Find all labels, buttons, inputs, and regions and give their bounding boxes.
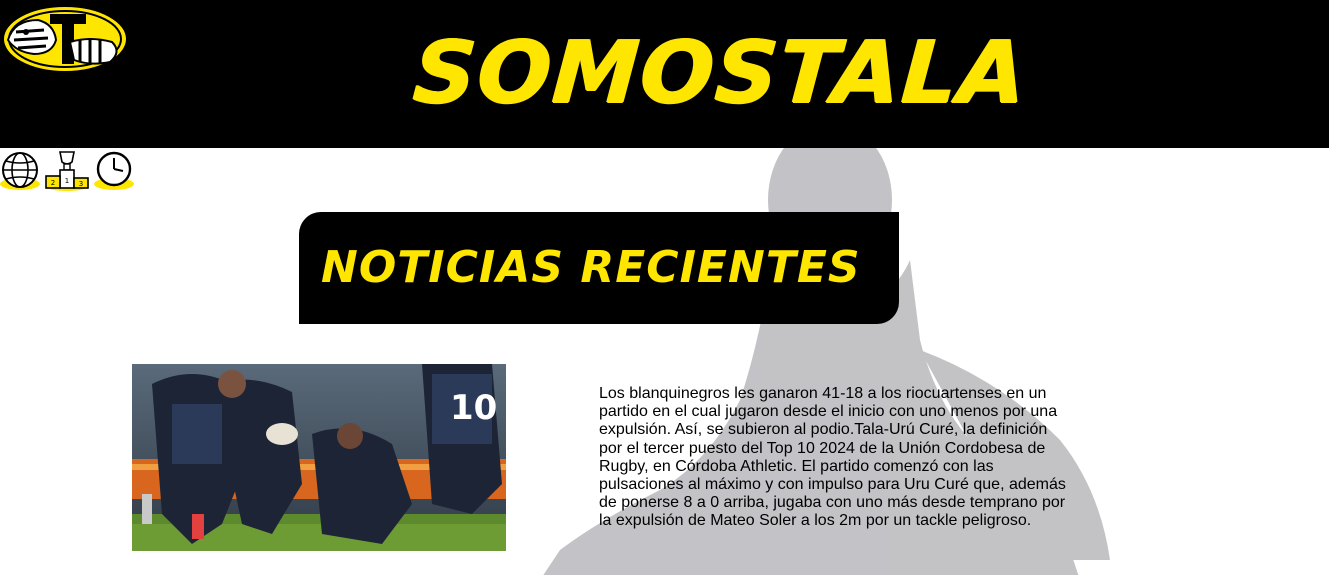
site-header: SOMOSTALA xyxy=(0,0,1329,148)
article-summary: Los blanquinegros les ganaron 41-18 a lo… xyxy=(599,385,1066,530)
globe-icon[interactable] xyxy=(0,150,40,192)
rugby-match-photo: 10 xyxy=(132,364,506,551)
svg-text:2: 2 xyxy=(51,179,55,187)
podium-icon[interactable]: 1 2 3 xyxy=(44,150,90,192)
svg-text:10: 10 xyxy=(450,388,497,428)
site-title: SOMOSTALA xyxy=(410,23,1032,123)
page: SOMOSTALA 1 2 3 NOTICIAS RECIENTES 10 Lo… xyxy=(0,0,1329,575)
article-image[interactable]: 10 xyxy=(132,364,506,551)
section-title: NOTICIAS RECIENTES xyxy=(321,242,861,293)
icon-nav: 1 2 3 xyxy=(0,150,134,192)
svg-text:1: 1 xyxy=(65,177,69,185)
svg-text:3: 3 xyxy=(79,180,83,188)
section-header: NOTICIAS RECIENTES xyxy=(299,212,899,324)
clock-icon[interactable] xyxy=(94,150,134,192)
tala-zebra-logo[interactable] xyxy=(0,2,132,74)
